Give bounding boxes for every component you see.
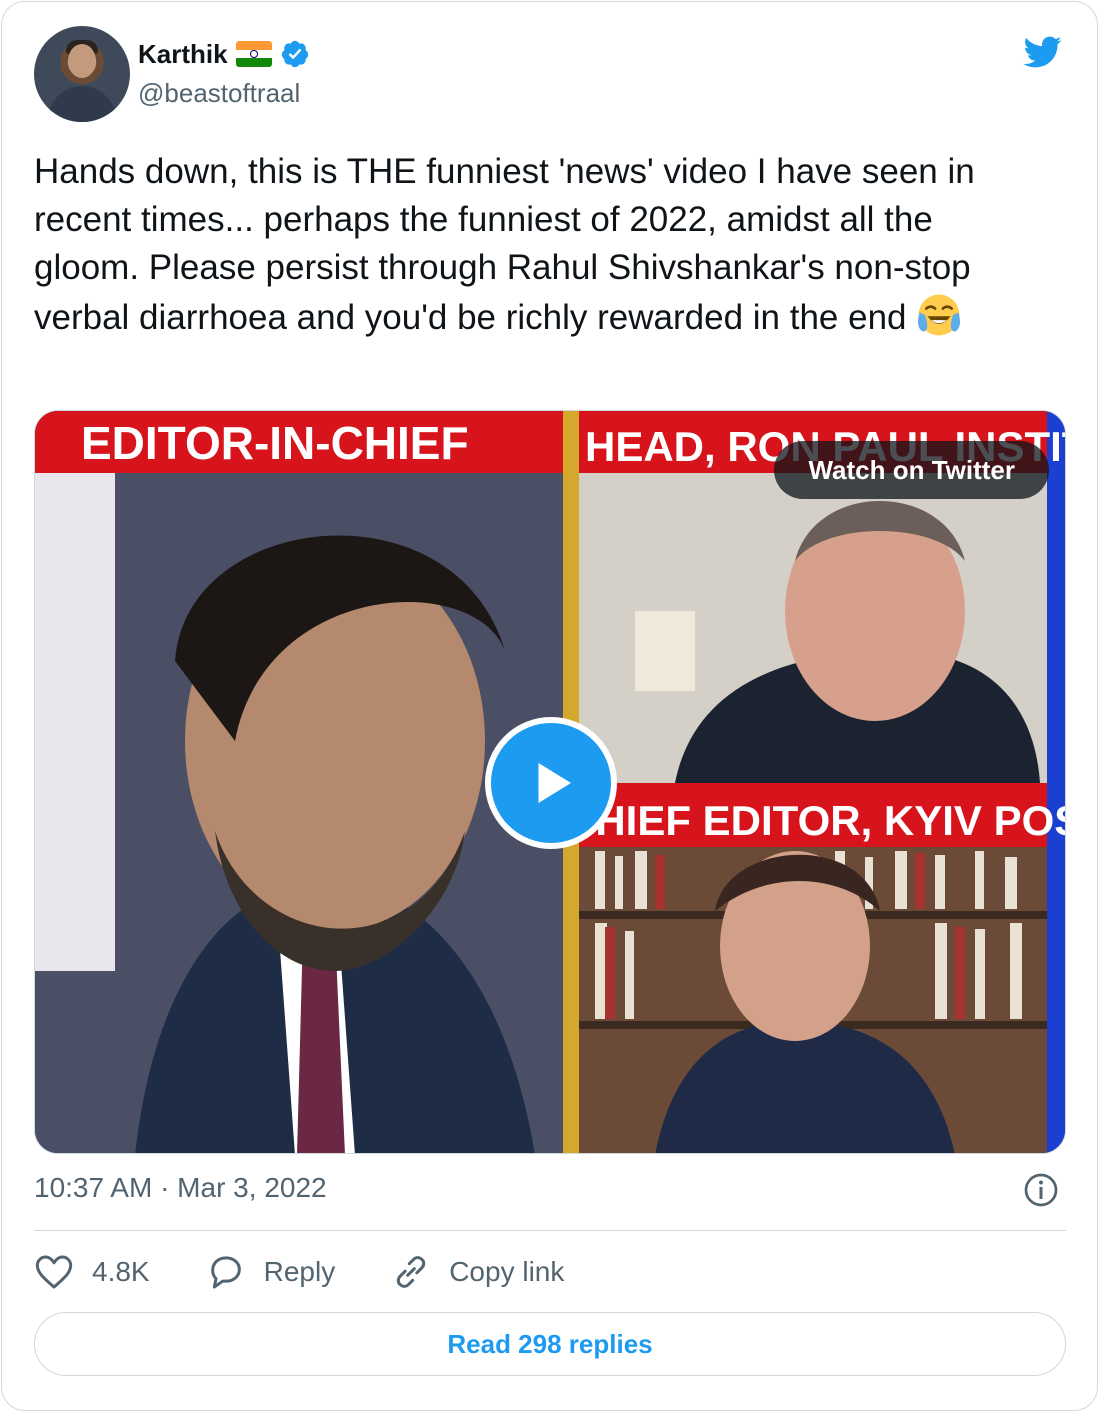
twitter-bird-icon[interactable] (1018, 32, 1066, 72)
author-name[interactable]: Karthik (138, 39, 228, 70)
avatar-shoulders (48, 86, 116, 122)
tweet-actions: 4.8K Reply Copy link (34, 1250, 620, 1294)
india-flag-icon (235, 41, 272, 67)
tweet-timestamp[interactable]: 10:37 AM · Mar 3, 2022 (34, 1172, 327, 1204)
link-icon (397, 1256, 426, 1288)
copy-link-label: Copy link (449, 1256, 565, 1287)
reply-label: Reply (263, 1256, 336, 1287)
watch-on-twitter-button[interactable]: Watch on Twitter (774, 441, 1049, 499)
verified-badge-icon (281, 40, 308, 68)
info-icon[interactable] (1023, 1172, 1059, 1208)
banner-editor-in-chief: EDITOR-IN-CHIEF (81, 417, 469, 469)
author-name-row[interactable]: Karthik (138, 36, 310, 72)
tweet-text: Hands down, this is THE funniest 'news' … (34, 148, 1044, 342)
play-icon (538, 763, 571, 803)
divider (34, 1230, 1066, 1231)
heart-icon (35, 1255, 73, 1289)
copy-link-button[interactable]: Copy link (391, 1252, 564, 1292)
video-player[interactable]: EDITOR-IN-CHIEF HEAD, RON PAUL INSTITUTE… (34, 410, 1066, 1154)
reply-button[interactable]: Reply (206, 1252, 336, 1292)
author-handle[interactable]: @beastoftraal (138, 78, 300, 109)
tweet-body: Hands down, this is THE funniest 'news' … (34, 152, 975, 337)
read-replies-button[interactable]: Read 298 replies (34, 1312, 1066, 1376)
banner-kyiv-post: CHIEF EDITOR, KYIV POST (565, 797, 1066, 844)
author-avatar[interactable] (34, 26, 130, 122)
like-button[interactable]: 4.8K (34, 1252, 150, 1292)
avatar-face (68, 44, 96, 78)
like-count: 4.8K (92, 1256, 150, 1287)
reply-icon (210, 1256, 241, 1289)
play-button[interactable] (485, 717, 617, 849)
tears-of-joy-emoji-icon (918, 294, 961, 336)
